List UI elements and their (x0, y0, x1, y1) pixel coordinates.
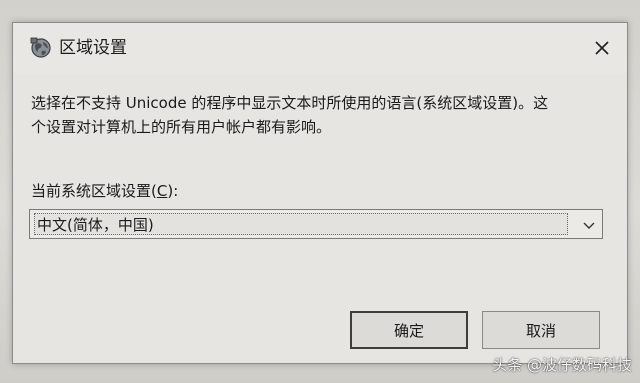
ok-button[interactable]: 确定 (350, 311, 468, 349)
chevron-down-icon[interactable] (580, 217, 598, 233)
locale-label-prefix: 当前系统区域设置( (31, 182, 157, 200)
title-bar: 区域设置 (13, 23, 627, 73)
globe-icon (29, 36, 53, 60)
description-line-2: 个设置对计算机上的所有用户帐户都有影响。 (31, 118, 332, 136)
system-locale-select[interactable]: 中文(简体，中国) (29, 209, 603, 239)
locale-label-accelerator: C (156, 182, 168, 200)
locale-field-label: 当前系统区域设置(C): (31, 180, 178, 202)
description-text: 选择在不支持 Unicode 的程序中显示文本时所使用的语言(系统区域设置)。这… (31, 91, 616, 139)
system-locale-selected-value: 中文(简体，中国) (34, 213, 568, 235)
region-settings-dialog: 区域设置 选择在不支持 Unicode 的程序中显示文本时所使用的语言(系统区域… (12, 22, 628, 364)
dialog-title: 区域设置 (59, 38, 127, 58)
cancel-button[interactable]: 取消 (482, 311, 600, 349)
watermark-text: 头条 @波仔数码科技 (492, 356, 632, 374)
close-icon (594, 40, 610, 56)
close-button[interactable] (587, 35, 617, 61)
description-line-1: 选择在不支持 Unicode 的程序中显示文本时所使用的语言(系统区域设置)。这 (31, 94, 549, 112)
photo-background: 区域设置 选择在不支持 Unicode 的程序中显示文本时所使用的语言(系统区域… (0, 0, 640, 383)
locale-label-suffix: ): (167, 182, 179, 200)
